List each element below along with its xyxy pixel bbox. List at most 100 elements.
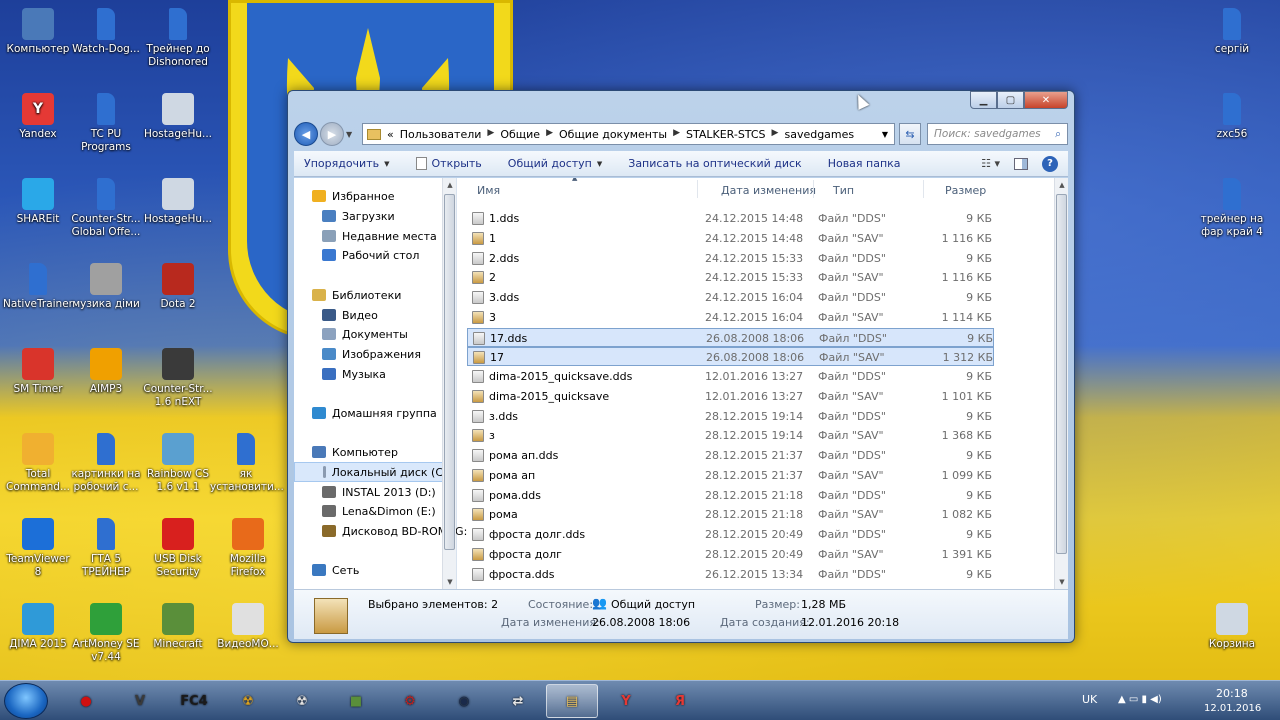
tray-icons[interactable]: ▲ ▭ ▮ ◀) <box>1118 694 1162 705</box>
taskbar-yandex-browser[interactable]: Y <box>600 684 652 718</box>
breadcrumb-separator-icon[interactable]: ▶ <box>673 128 680 141</box>
desktop-icon-25[interactable]: Minecraft <box>142 603 214 651</box>
recent-pages-dropdown[interactable]: ▼ <box>346 130 358 139</box>
breadcrumb-1[interactable]: Общие <box>500 128 540 141</box>
maximize-button[interactable]: ▢ <box>997 91 1024 109</box>
column-type[interactable]: Тип <box>833 184 854 197</box>
desktop-icon-21[interactable]: USB Disk Security <box>142 518 214 579</box>
desktop-icon-19[interactable]: TeamViewer 8 <box>2 518 74 579</box>
help-icon[interactable]: ? <box>1042 155 1058 172</box>
breadcrumb-separator-icon[interactable]: ▶ <box>772 128 779 141</box>
desktop-icon-15[interactable]: Total Command... <box>2 433 74 494</box>
desktop-icon-24[interactable]: ArtMoney SE v7.44 <box>70 603 142 664</box>
address-prefix[interactable]: « <box>387 128 394 141</box>
language-indicator[interactable]: UK <box>1082 693 1097 706</box>
taskbar-teamviewer[interactable]: ⇄ <box>492 684 544 718</box>
desktop-icon-right-3[interactable]: Корзина <box>1196 603 1268 651</box>
new-folder-button[interactable]: Новая папка <box>828 157 901 170</box>
desktop-icon-18[interactable]: як установити... <box>210 433 284 494</box>
organize-button[interactable]: Упорядочить ▼ <box>304 157 390 170</box>
table-row[interactable]: dima-2015_quicksave.dds 12.01.2016 13:27 Ф… <box>467 367 994 386</box>
forward-button[interactable]: ▶ <box>320 122 344 146</box>
open-button[interactable]: Открыть <box>415 157 482 170</box>
table-row[interactable]: 17.dds 26.08.2008 18:06 Файл "DDS" 9 КБ <box>467 327 994 347</box>
table-row[interactable]: 1 24.12.2015 14:48 Файл "SAV" 1 116 КБ <box>467 229 994 248</box>
desktop-icon-1[interactable]: Watch-Dog... <box>70 8 142 56</box>
nav-item-3[interactable]: Рабочий стол <box>294 245 419 265</box>
clock-date[interactable]: 12.01.2016 <box>1204 703 1261 714</box>
taskbar-stalker[interactable]: ☢ <box>222 684 274 718</box>
taskbar-yandex[interactable]: Я <box>654 684 706 718</box>
nav-item-10[interactable]: Компьютер <box>294 442 398 462</box>
breadcrumb-4[interactable]: savedgames <box>784 128 854 141</box>
back-button[interactable]: ◀ <box>294 122 318 146</box>
taskbar-steam[interactable]: ◉ <box>438 684 490 718</box>
desktop-icon-11[interactable]: Dota 2 <box>142 263 214 311</box>
desktop-icon-26[interactable]: ВидеоМО... <box>212 603 284 651</box>
search-input[interactable]: Поиск: savedgames ⌕ <box>927 123 1068 145</box>
scroll-down-icon[interactable]: ▼ <box>443 575 457 589</box>
breadcrumb-2[interactable]: Общие документы <box>559 128 667 141</box>
column-size[interactable]: Размер <box>945 184 986 197</box>
desktop-icon-16[interactable]: картинки на робочий с... <box>70 433 142 494</box>
nav-item-13[interactable]: Lena&Dimon (E:) <box>294 501 436 521</box>
desktop-icon-12[interactable]: SM Timer <box>2 348 74 396</box>
desktop-icon-3[interactable]: Y Yandex <box>2 93 74 141</box>
file-list-scrollbar[interactable]: ▲ ▼ <box>1054 178 1068 589</box>
desktop-icon-14[interactable]: Counter-Str... 1.6 nEXT <box>142 348 214 409</box>
desktop-icon-right-1[interactable]: zxc56 <box>1196 93 1268 141</box>
preview-pane-icon[interactable] <box>1014 157 1028 170</box>
nav-item-7[interactable]: Изображения <box>294 344 421 364</box>
start-button[interactable] <box>4 683 48 719</box>
nav-scroll-thumb[interactable] <box>444 194 455 550</box>
scroll-up-icon[interactable]: ▲ <box>443 178 457 192</box>
table-row[interactable]: 3.dds 24.12.2015 16:04 Файл "DDS" 9 КБ <box>467 288 994 307</box>
desktop-icon-2[interactable]: Трейнер до Dishonored <box>142 8 214 69</box>
taskbar-record-app[interactable]: ● <box>60 684 112 718</box>
taskbar-far-cry-4[interactable]: FC4 <box>168 684 220 718</box>
refresh-button[interactable]: ⇆ <box>899 123 921 145</box>
table-row[interactable]: dima-2015_quicksave 12.01.2016 13:27 Файл … <box>467 387 994 406</box>
breadcrumb-separator-icon[interactable]: ▶ <box>487 128 494 141</box>
breadcrumb-0[interactable]: Пользователи <box>400 128 482 141</box>
table-row[interactable]: 2 24.12.2015 15:33 Файл "SAV" 1 116 КБ <box>467 268 994 287</box>
desktop-icon-6[interactable]: SHAREit <box>2 178 74 226</box>
address-bar[interactable]: « Пользователи ▶ Общие ▶ Общие документы ▶ STA… <box>362 123 895 145</box>
desktop-icon-8[interactable]: HostageHu... <box>142 178 214 226</box>
nav-item-1[interactable]: Загрузки <box>294 206 395 226</box>
scroll-down-icon[interactable]: ▼ <box>1055 575 1068 589</box>
column-name[interactable]: Имя <box>477 184 500 197</box>
nav-item-4[interactable]: Библиотеки <box>294 285 401 305</box>
nav-item-12[interactable]: INSTAL 2013 (D:) <box>294 482 436 502</box>
close-button[interactable]: ✕ <box>1024 91 1068 109</box>
desktop-icon-13[interactable]: AIMP3 <box>70 348 142 396</box>
desktop-icon-4[interactable]: TC PU Programs <box>70 93 142 154</box>
desktop-icon-right-0[interactable]: сергій <box>1196 8 1268 56</box>
nav-scrollbar[interactable]: ▲ ▼ <box>442 178 456 589</box>
table-row[interactable]: з 28.12.2015 19:14 Файл "SAV" 1 368 КБ <box>467 426 994 445</box>
taskbar-explorer[interactable]: ▤ <box>546 684 598 718</box>
table-row[interactable]: 17 26.08.2008 18:06 Файл "SAV" 1 312 КБ <box>467 347 994 367</box>
nav-item-8[interactable]: Музыка <box>294 364 386 384</box>
desktop-icon-23[interactable]: ДІМА 2015 <box>2 603 74 651</box>
scroll-up-icon[interactable]: ▲ <box>1055 178 1068 192</box>
desktop-icon-17[interactable]: Rainbow CS 1.6 v1.1 <box>142 433 214 494</box>
table-row[interactable]: фроста долг.dds 28.12.2015 20:49 Файл "DDS… <box>467 525 994 544</box>
table-row[interactable]: фроста долг 28.12.2015 20:49 Файл "SAV" 1 3… <box>467 545 994 564</box>
breadcrumb-3[interactable]: STALKER-STCS <box>686 128 766 141</box>
file-scroll-thumb[interactable] <box>1056 194 1067 554</box>
taskbar-minecraft[interactable]: ■ <box>330 684 382 718</box>
table-row[interactable]: з.dds 28.12.2015 19:14 Файл "DDS" 9 КБ <box>467 407 994 426</box>
table-row[interactable]: фроста.dds 26.12.2015 13:34 Файл "DDS" 9 КБ <box>467 565 994 584</box>
desktop-icon-9[interactable]: NativeTrainer <box>2 263 74 311</box>
nav-item-5[interactable]: Видео <box>294 305 378 325</box>
nav-item-6[interactable]: Документы <box>294 324 408 344</box>
desktop-icon-20[interactable]: ГТА 5 ТРЕЙНЕР <box>70 518 142 579</box>
taskbar-stalker-2[interactable]: ☢ <box>276 684 328 718</box>
desktop-icon-22[interactable]: Mozilla Firefox <box>212 518 284 579</box>
nav-item-9[interactable]: Домашняя группа <box>294 403 437 423</box>
breadcrumb-separator-icon[interactable]: ▶ <box>546 128 553 141</box>
nav-item-15[interactable]: Сеть <box>294 560 359 580</box>
address-dropdown-icon[interactable]: ▼ <box>882 130 888 139</box>
desktop-icon-7[interactable]: Counter-Str... Global Offe... <box>70 178 142 239</box>
